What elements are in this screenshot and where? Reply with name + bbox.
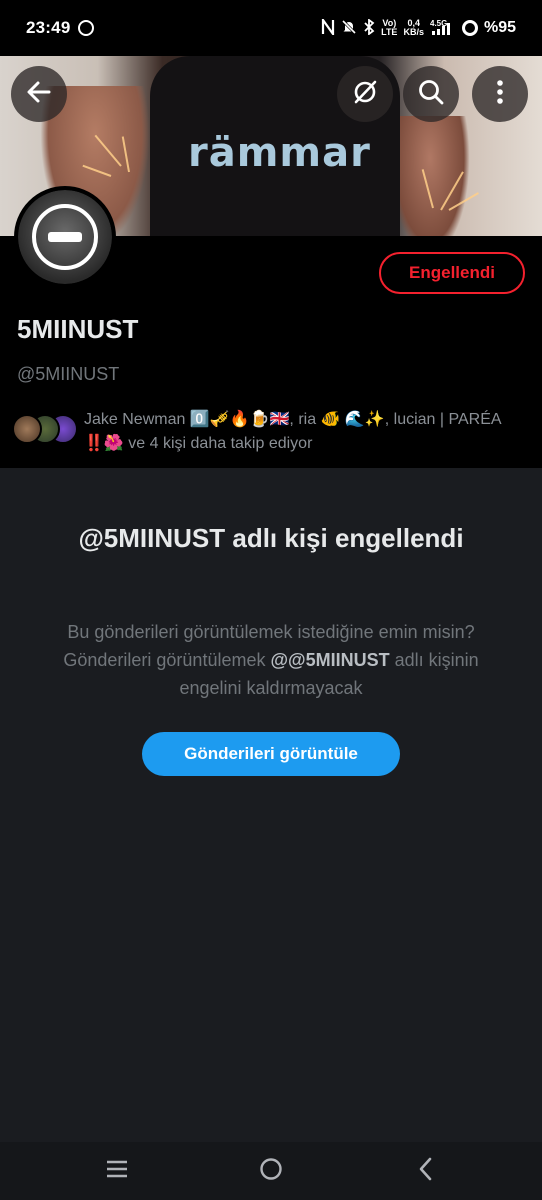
more-options-button[interactable] [472,66,528,122]
chevron-left-icon [417,1157,433,1186]
nav-back-button[interactable] [410,1156,440,1186]
search-button[interactable] [403,66,459,122]
arrow-left-icon [26,79,52,110]
blocked-notice: @5MIINUST adlı kişi engellendi Bu gönder… [0,468,542,1142]
whatsapp-icon [78,20,95,36]
avatar[interactable] [14,186,116,288]
slash-circle-icon [351,78,379,111]
recents-button[interactable] [102,1156,132,1186]
profile-header: Engellendi 5MIINUST @5MIINUST Jake Newma… [0,186,542,468]
avatar-logo-bar [48,232,82,242]
blocked-title: @5MIINUST adlı kişi engellendi [78,523,464,553]
mute-icon [341,19,357,38]
unavailable-button[interactable] [337,66,393,122]
status-time: 23:49 [26,18,71,37]
blocked-button[interactable]: Engellendi [379,252,525,294]
followers-you-know[interactable]: Jake Newman 0️⃣🎺🔥🍺🇬🇧, ria 🐠 🌊✨, lucian |… [12,408,532,458]
followers-text: Jake Newman 0️⃣🎺🔥🍺🇬🇧, ria 🐠 🌊✨, lucian |… [84,411,501,452]
search-icon [417,78,445,111]
follower-avatar [12,414,42,444]
signal-icon: 4.5G [430,19,456,38]
battery-level: %95 [483,19,516,36]
display-name: 5MIINUST [17,314,139,344]
status-bar: 23:49 Vo) LTE 0,4 KB/s 4.5G %95 [0,0,542,56]
home-button[interactable] [256,1156,286,1186]
back-button[interactable] [11,66,67,122]
status-indicators: Vo) LTE 0,4 KB/s 4.5G %95 [321,16,516,38]
view-posts-button[interactable]: Gönderileri görüntüle [142,732,400,776]
circle-home-icon [259,1157,283,1186]
volte-indicator: Vo) LTE [381,18,398,37]
banner-shirt-text: rämmar [188,130,371,176]
blocked-body: Bu gönderileri görüntülemek istediğine e… [40,618,502,702]
battery-saver-icon [461,20,478,36]
bluetooth-icon [363,17,375,38]
data-speed: 0,4 KB/s [403,18,424,37]
blocked-body-handle: @@5MIINUST [270,650,390,670]
menu-icon [106,1160,128,1183]
user-handle: @5MIINUST [17,364,120,384]
nfc-icon [321,16,335,38]
system-nav-bar [0,1142,542,1200]
more-vertical-icon [496,79,504,110]
